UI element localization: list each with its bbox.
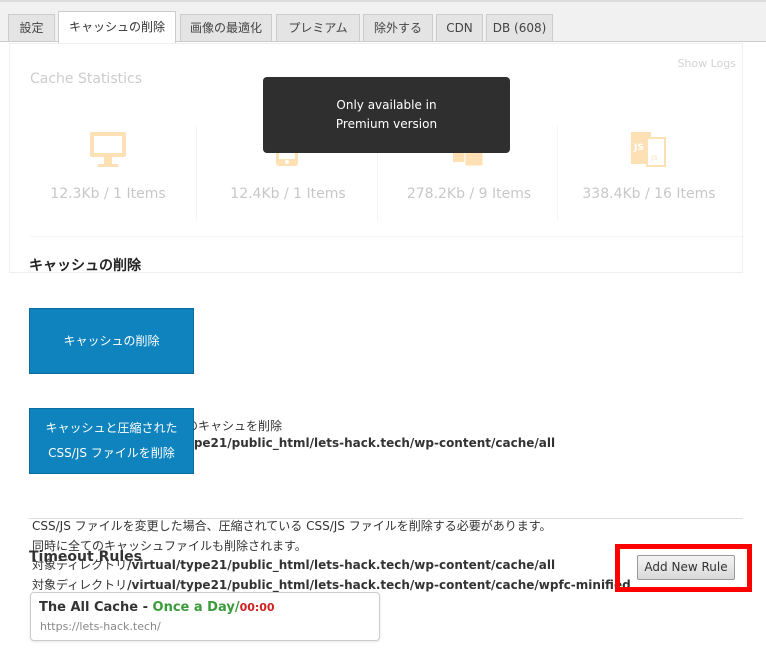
tooltip-line-2: Premium version [335,117,438,131]
description-line-4: 対象ディレクトリ/virtual/type21/public_html/lets… [32,576,631,593]
stat-separator [557,126,558,221]
timeout-rules-heading: Timeout Rules [29,549,142,565]
tab-exclude[interactable]: 除外する [363,14,433,42]
target-dir-path: /virtual/type21/public_html/lets-hack.te… [127,578,631,592]
premium-tooltip: Only available in Premium version [263,77,510,153]
button-line-2: CSS/JS ファイルを削除 [48,446,175,460]
description-line-1: CSS/JS ファイルを変更した場合、圧縮されている CSS/JS ファイルを削… [32,519,552,533]
desktop-icon [90,132,126,167]
stat-separator [196,126,197,221]
delete-cache-heading: キャッシュの削除 [29,258,141,274]
stat-mobile-value: 12.4Kb / 1 Items [230,186,346,202]
stat-desktop: 12.3Kb / 1 Items [18,124,198,219]
tab-cdn[interactable]: CDN [436,14,483,42]
timeout-rule-card[interactable]: The All Cache - Once a Day/00:00 https:/… [30,592,380,641]
rule-name: The All Cache [39,600,139,615]
tooltip-line-1: Only available in [336,98,437,112]
tab-settings[interactable]: 設定 [8,14,55,42]
target-dir-label: 対象ディレクトリ [32,578,128,592]
stat-desktop-value: 12.3Kb / 1 Items [50,186,166,202]
js-file-icon: JS JS [631,132,666,167]
tab-premium[interactable]: プレミアム [276,14,360,42]
tab-delete-cache[interactable]: キャッシュの削除 [58,11,176,43]
highlight-box [615,544,752,592]
clear-cache-hint: のキャシュを削除 [186,419,283,433]
target-dir-path: /virtual/type21/public_html/lets-hack.te… [127,558,556,572]
tab-bar: 設定 キャッシュの削除 画像の最適化 プレミアム 除外する CDN DB (60… [0,0,766,43]
cache-statistics-title: Cache Statistics [30,71,142,87]
svg-text:JS: JS [633,143,644,153]
show-logs-link[interactable]: Show Logs [677,57,736,70]
button-line-1: キャッシュと圧縮された [45,421,178,435]
tab-db[interactable]: DB (608) [486,14,553,42]
clear-cache-and-minified-button[interactable]: キャッシュと圧縮された CSS/JS ファイルを削除 [29,408,194,474]
stat-css-value: 278.2Kb / 9 Items [406,186,532,202]
rule-separator: - [138,600,153,615]
clear-cache-path: ype21/public_html/lets-hack.tech/wp-cont… [186,436,556,450]
rule-frequency: Once a Day [152,600,235,615]
rule-time: 00:00 [239,601,275,614]
tab-image-optimization[interactable]: 画像の最適化 [180,14,272,42]
svg-text:JS: JS [650,154,658,162]
rule-url: https://lets-hack.tech/ [40,620,161,633]
clear-cache-button[interactable]: キャッシュの削除 [29,308,194,374]
stat-js: JS JS 338.4Kb / 16 Items [559,124,739,219]
stats-divider [30,236,744,237]
stat-js-value: 338.4Kb / 16 Items [582,186,716,202]
rule-summary: The All Cache - Once a Day/00:00 [39,600,275,615]
